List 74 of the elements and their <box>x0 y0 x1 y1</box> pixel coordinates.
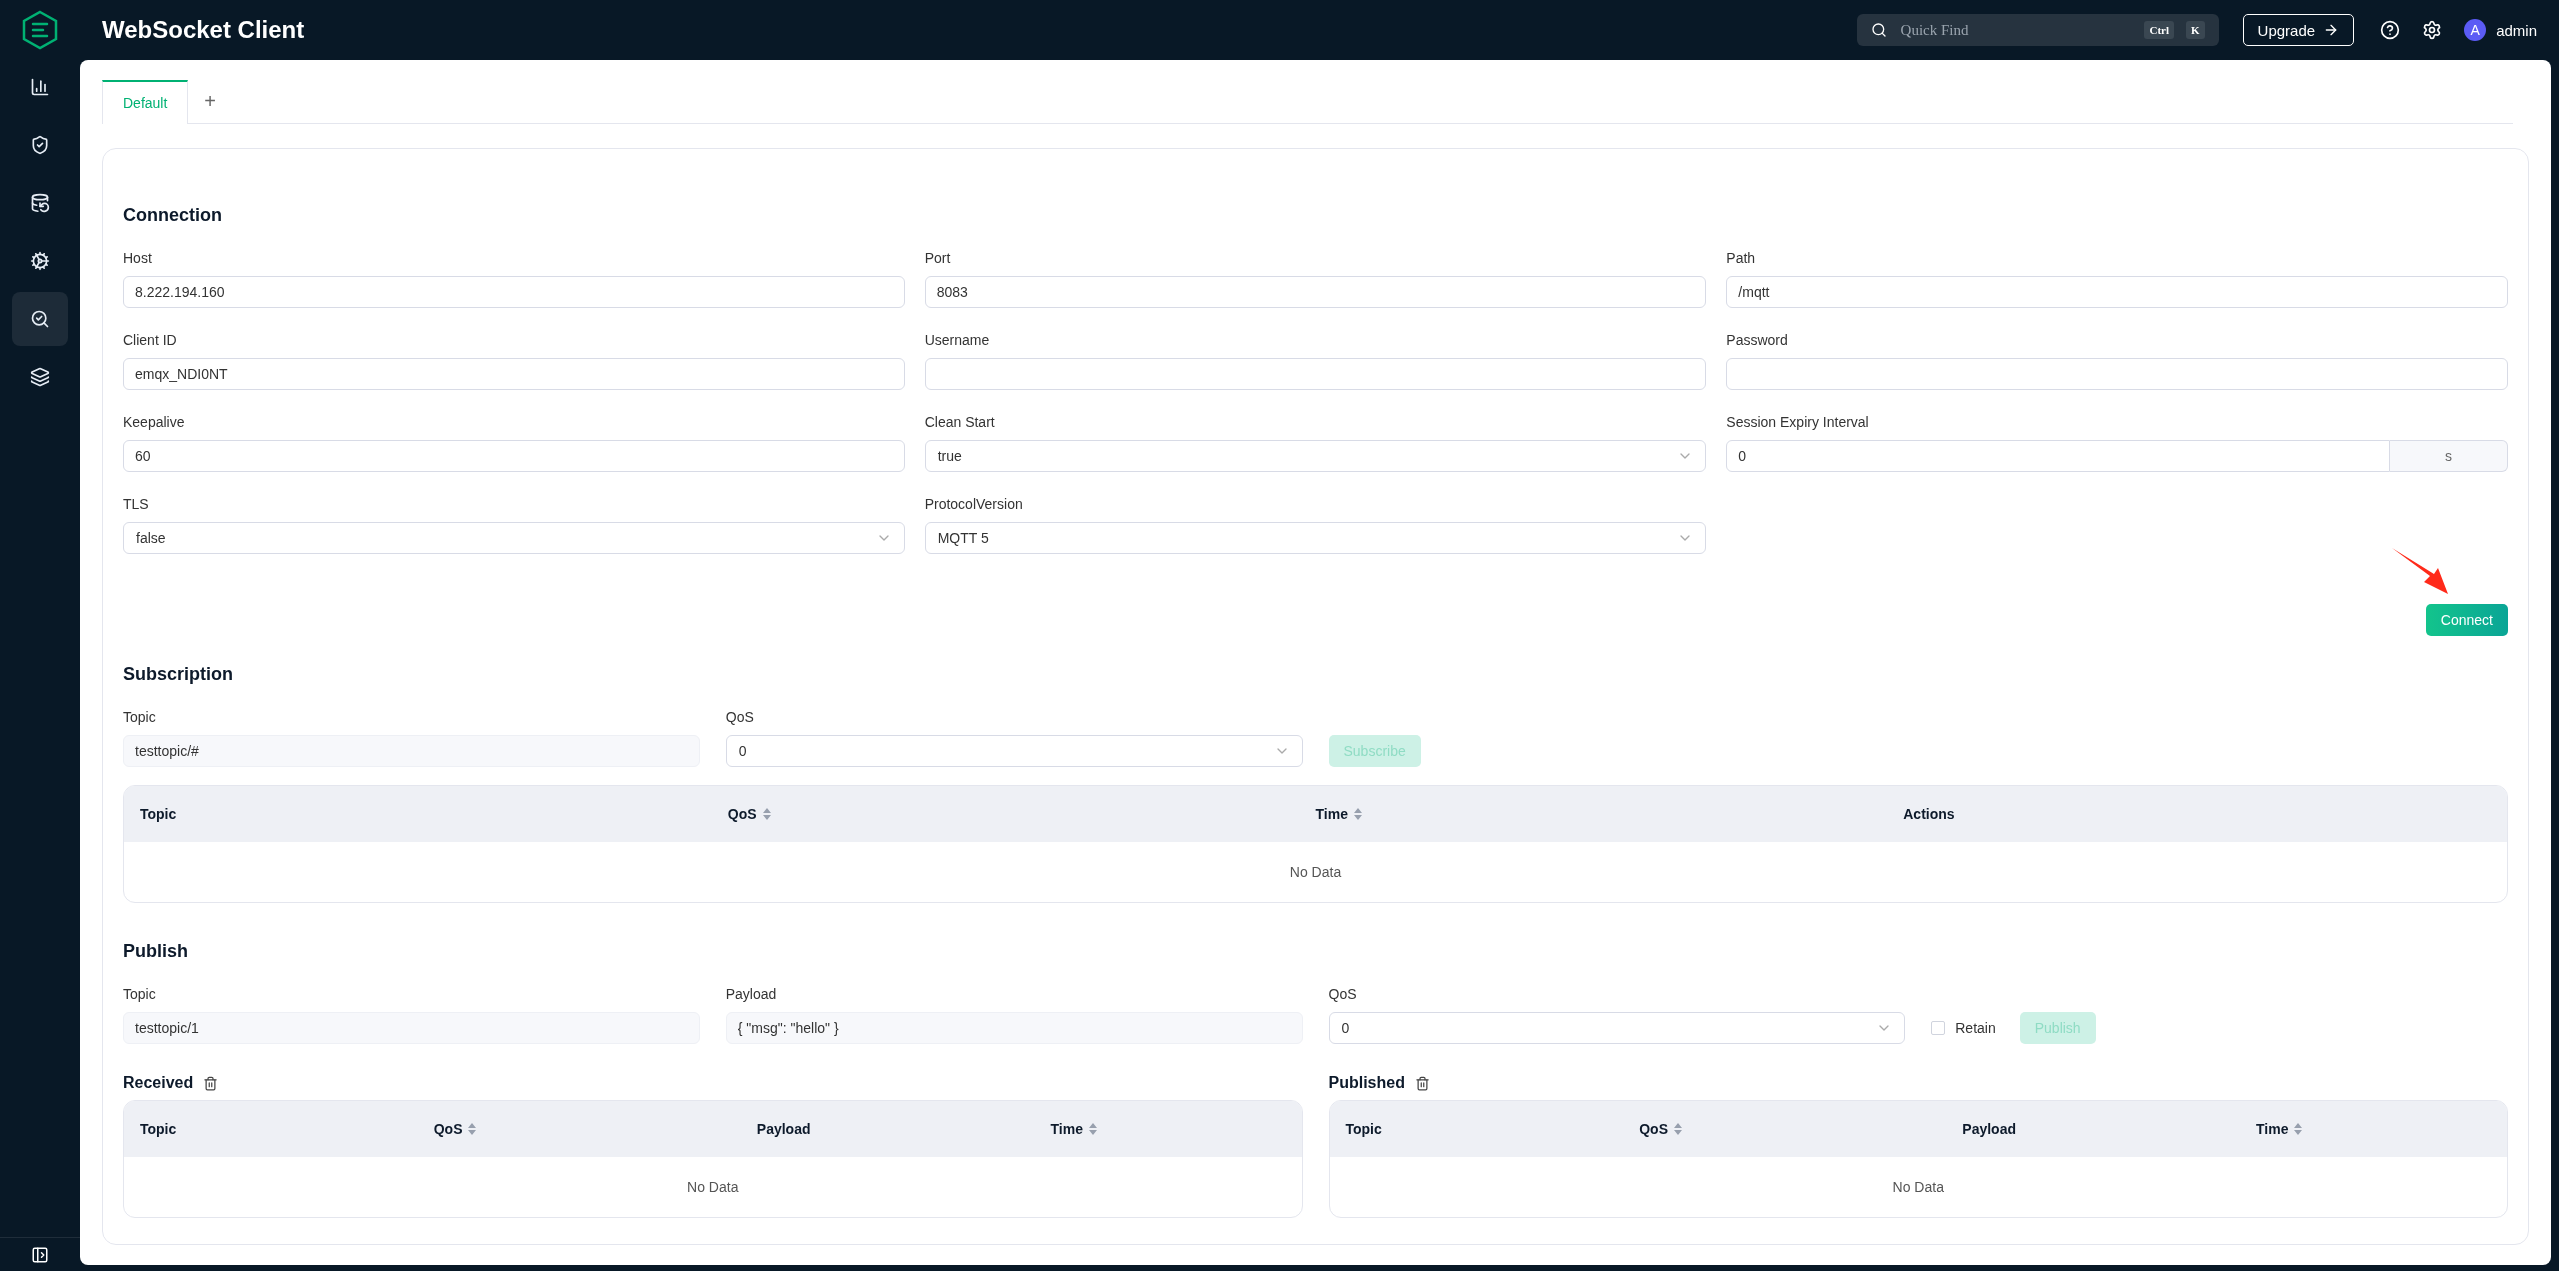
column-header: Time <box>2256 1121 2289 1137</box>
search-field[interactable]: Quick Find <box>1898 20 2133 40</box>
empty-text: No Data <box>1289 864 1342 880</box>
section-title: Connection <box>123 205 222 226</box>
field-label: Clean Start <box>924 414 996 430</box>
column-header: Payload <box>756 1121 811 1137</box>
page-title: WebSocket Client <box>102 16 306 44</box>
select-field[interactable]: 0 <box>725 735 1303 767</box>
user-name[interactable]: admin <box>2496 21 2537 39</box>
column-header: Time <box>1315 806 1348 822</box>
field-label: Payload <box>725 986 778 1002</box>
empty-text: No Data <box>1892 1179 1944 1195</box>
gear-icon <box>30 251 50 271</box>
unit-label: s <box>2390 440 2508 472</box>
column-header: Payload <box>1962 1121 2016 1137</box>
upgrade-button[interactable]: Upgrade <box>2242 14 2355 46</box>
column-header: Topic <box>1345 1121 1382 1137</box>
field-label: Port <box>924 250 952 266</box>
empty-text: No Data <box>687 1179 739 1195</box>
section-title: Received <box>123 1074 194 1092</box>
section-title: Subscription <box>123 664 233 685</box>
database-icon <box>30 193 50 213</box>
shortcut-key: Ctrl <box>2144 21 2175 39</box>
shortcut-key: K <box>2186 21 2205 39</box>
input-field[interactable] <box>924 358 1707 390</box>
select-field[interactable]: false <box>123 522 905 554</box>
column-header: Topic <box>140 1121 177 1137</box>
shield-check-icon <box>30 135 50 155</box>
settings-icon[interactable] <box>2422 20 2443 40</box>
column-header: Topic <box>140 806 177 822</box>
column-header: QoS <box>727 806 757 822</box>
field-label: Path <box>1726 250 1757 266</box>
logo-icon[interactable] <box>20 10 60 50</box>
field-label: QoS <box>725 709 755 725</box>
column-header: QoS <box>1639 1121 1668 1137</box>
field-label: Password <box>1726 332 1789 348</box>
column-header: Actions <box>1903 806 1955 822</box>
retain-checkbox[interactable]: Retain <box>1931 1020 1996 1036</box>
field-label: TLS <box>123 496 150 512</box>
section-title: Publish <box>123 941 188 962</box>
field-label: Username <box>924 332 991 348</box>
chart-icon <box>30 77 50 97</box>
field-label: QoS <box>1328 986 1358 1002</box>
section-title: Published <box>1328 1074 1405 1092</box>
input-field[interactable]: 60 <box>123 440 905 472</box>
input-field[interactable]: 0 <box>1726 440 2390 472</box>
search-icon <box>1870 22 1887 38</box>
input-field[interactable] <box>1726 358 2508 390</box>
search-icon <box>30 309 50 329</box>
sidebar-item[interactable] <box>12 292 68 346</box>
input-field[interactable]: 8.222.194.160 <box>123 276 905 308</box>
field-label: Client ID <box>123 332 178 348</box>
field-label: Topic <box>123 986 157 1002</box>
input-field[interactable]: /mqtt <box>1726 276 2508 308</box>
input-field[interactable]: 8083 <box>924 276 1707 308</box>
field-label: Host <box>123 250 153 266</box>
trash-icon[interactable] <box>203 1075 219 1091</box>
field-label: Topic <box>123 709 157 725</box>
field-label: Keepalive <box>123 414 186 430</box>
field-label: ProtocolVersion <box>924 496 1024 512</box>
select-field[interactable]: true <box>924 440 1707 472</box>
user-avatar[interactable]: A <box>2464 19 2487 41</box>
input-field[interactable]: emqx_NDI0NT <box>123 358 905 390</box>
select-field[interactable]: 0 <box>1328 1012 1906 1044</box>
search-bar[interactable]: Quick Find Ctrl K <box>1856 14 2219 46</box>
select-field[interactable]: MQTT 5 <box>924 522 1707 554</box>
help-icon[interactable] <box>2380 20 2401 40</box>
panel-toggle-icon <box>31 1245 49 1264</box>
trash-icon[interactable] <box>1414 1075 1430 1091</box>
add-tab-button[interactable]: + <box>188 80 233 123</box>
column-header: Time <box>1050 1121 1083 1137</box>
column-header: QoS <box>433 1121 463 1137</box>
layers-icon <box>30 367 50 387</box>
field-label: Session Expiry Interval <box>1726 414 1870 430</box>
